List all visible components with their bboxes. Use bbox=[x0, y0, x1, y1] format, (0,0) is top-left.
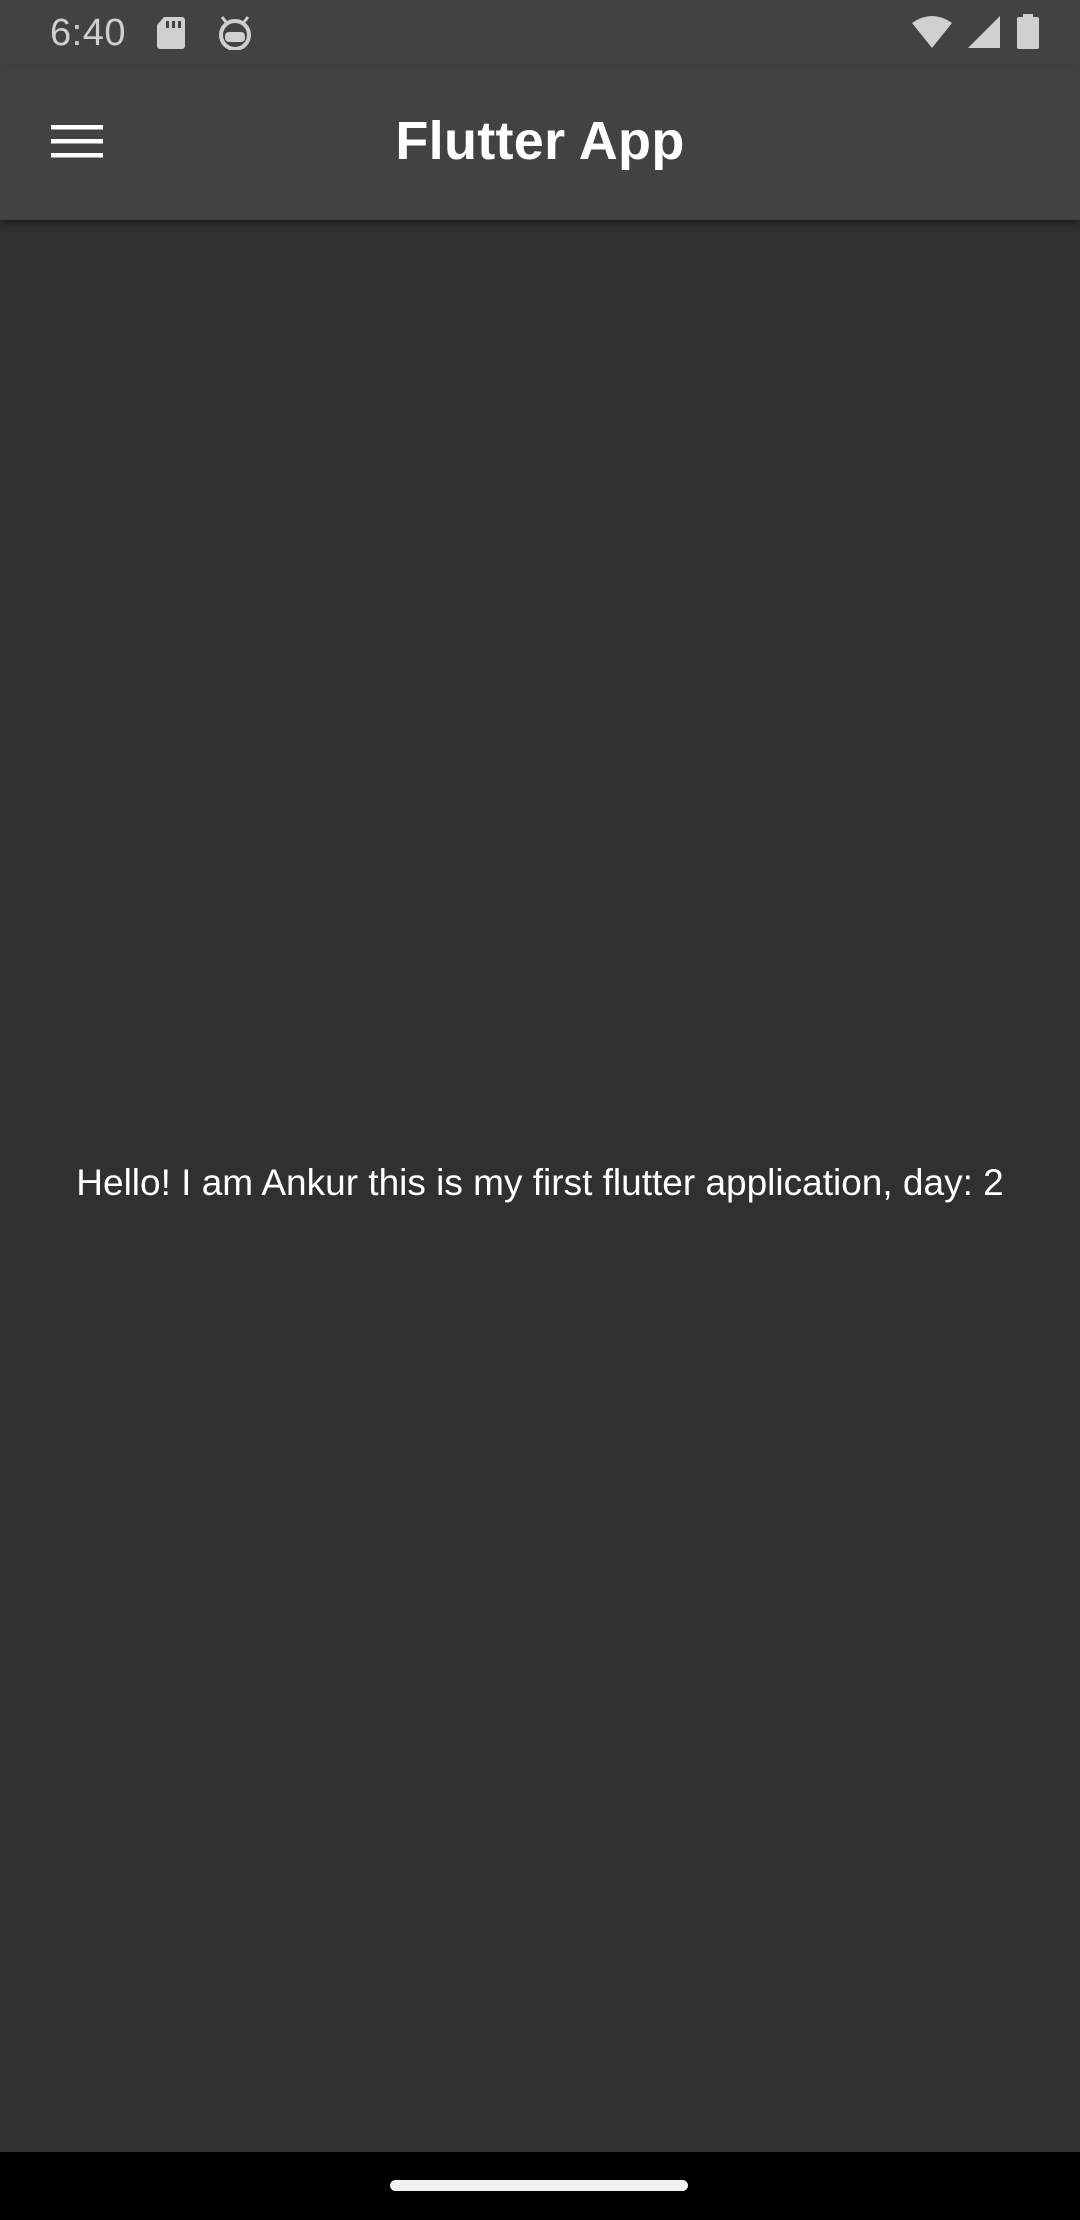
android-robot-icon bbox=[216, 16, 254, 55]
status-bar: 6:40 bbox=[0, 0, 1080, 66]
hello-message: Hello! I am Ankur this is my first flutt… bbox=[76, 1162, 1004, 1203]
status-right-icons bbox=[912, 14, 1040, 55]
home-gesture-handle[interactable] bbox=[390, 2180, 688, 2191]
app-title: Flutter App bbox=[395, 111, 685, 171]
sd-card-icon bbox=[156, 16, 186, 55]
cellular-signal-icon bbox=[966, 15, 1002, 54]
body-area: Hello! I am Ankur this is my first flutt… bbox=[0, 220, 1080, 2152]
app-screen: 6:40 Flutter App Hello! I am Ankur this … bbox=[0, 0, 1080, 2220]
app-bar: Flutter App bbox=[0, 66, 1080, 220]
status-left-icons bbox=[156, 16, 254, 55]
wifi-icon bbox=[912, 15, 952, 54]
status-time: 6:40 bbox=[50, 12, 126, 54]
system-nav-bar bbox=[0, 2152, 1080, 2220]
battery-icon bbox=[1016, 14, 1040, 55]
